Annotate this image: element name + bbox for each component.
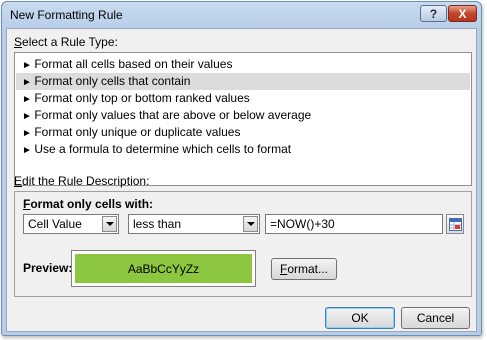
bullet-arrow-icon: ► [22, 111, 32, 122]
bullet-arrow-icon: ► [22, 145, 32, 156]
help-icon: ? [429, 6, 438, 21]
collapse-dialog-icon [449, 218, 462, 231]
dialog-client-area: Select a Rule Type: ► Format all cells b… [6, 28, 477, 332]
close-icon: X [458, 6, 467, 21]
dialog-title: New Formatting Rule [10, 8, 123, 22]
format-preview: AaBbCcYyZz [71, 250, 256, 287]
cancel-button[interactable]: Cancel [401, 307, 470, 329]
bullet-arrow-icon: ► [22, 94, 32, 105]
rule-type-list[interactable]: ► Format all cells based on their values… [14, 52, 472, 186]
operator-dropdown[interactable]: less than [128, 214, 260, 234]
rule-type-item-selected[interactable]: ► Format only cells that contain [16, 73, 470, 90]
help-button[interactable]: ? [420, 5, 447, 22]
bullet-arrow-icon: ► [22, 128, 32, 139]
select-rule-type-label: Select a Rule Type: [14, 35, 118, 49]
new-formatting-rule-dialog: New Formatting Rule ? X Select a Rule Ty… [1, 1, 482, 336]
collapse-dialog-button[interactable] [446, 214, 464, 234]
rule-description-panel: Format only cells with: Cell Value less … [14, 191, 472, 297]
bullet-arrow-icon: ► [22, 60, 32, 71]
chevron-down-icon [246, 222, 255, 226]
rule-type-item[interactable]: ► Format only values that are above or b… [16, 107, 470, 124]
chevron-down-icon [105, 222, 114, 226]
rule-type-item[interactable]: ► Format only unique or duplicate values [16, 124, 470, 141]
format-button[interactable]: Format... [271, 258, 337, 280]
value-input[interactable]: =NOW()+30 [265, 214, 443, 234]
ok-button[interactable]: OK [325, 307, 395, 329]
dropdown-arrow-button[interactable] [102, 216, 117, 232]
dropdown-arrow-button[interactable] [243, 216, 258, 232]
preview-label: Preview: [23, 261, 73, 275]
format-only-cells-heading: Format only cells with: [23, 197, 154, 211]
condition-type-dropdown[interactable]: Cell Value [23, 214, 119, 234]
rule-type-item[interactable]: ► Use a formula to determine which cells… [16, 141, 470, 158]
preview-sample: AaBbCcYyZz [75, 254, 252, 283]
edit-rule-description-label: Edit the Rule Description: [14, 174, 150, 188]
rule-type-item[interactable]: ► Format only top or bottom ranked value… [16, 90, 470, 107]
title-bar[interactable]: New Formatting Rule ? X [2, 2, 481, 28]
rule-type-item[interactable]: ► Format all cells based on their values [16, 56, 470, 73]
bullet-arrow-icon: ► [22, 77, 32, 88]
close-button[interactable]: X [448, 5, 477, 22]
